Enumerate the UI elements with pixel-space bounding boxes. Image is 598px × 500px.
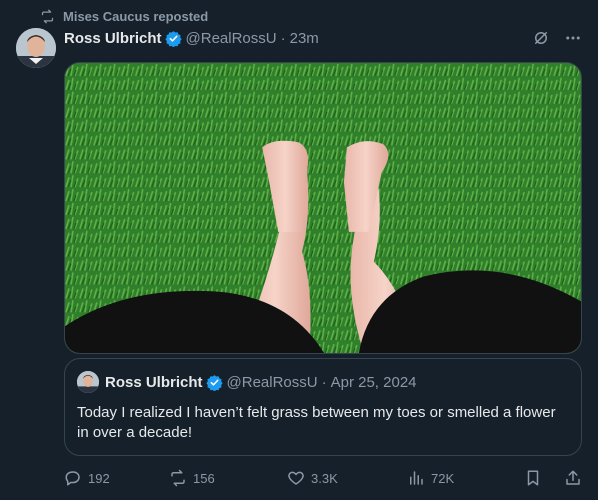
reply-icon	[65, 471, 80, 486]
author-name[interactable]: Ross Ulbricht	[64, 30, 162, 47]
feet-in-grass-photo	[65, 63, 581, 353]
post-actions: 192 156 3.3K 72K	[64, 466, 582, 490]
reply-count: 192	[88, 470, 110, 486]
separator-dot: ·	[280, 29, 286, 47]
quoted-author-name: Ross Ulbricht	[105, 373, 203, 391]
views-button[interactable]: 72K	[407, 469, 507, 487]
grok-icon[interactable]	[532, 29, 550, 47]
verified-badge-icon	[164, 30, 182, 47]
bookmark-icon[interactable]	[524, 469, 542, 487]
author-avatar[interactable]	[16, 28, 56, 68]
quoted-post-header: Ross Ulbricht @RealRossU · Apr 25, 2024	[77, 371, 417, 393]
reply-button[interactable]: 192	[64, 469, 169, 487]
repost-label: Mises Caucus reposted	[63, 8, 209, 24]
repost-icon	[171, 469, 185, 487]
verified-badge-icon	[205, 374, 223, 391]
quoted-author-avatar	[77, 371, 99, 393]
post-header: Ross Ulbricht @RealRossU · 23m	[64, 28, 582, 48]
quoted-post-text: Today I realized I haven’t felt grass be…	[77, 404, 556, 441]
separator-dot: ·	[321, 373, 327, 391]
quoted-author-handle: @RealRossU	[226, 373, 318, 391]
heart-icon	[288, 471, 304, 485]
repost-context[interactable]: Mises Caucus reposted	[40, 7, 208, 25]
like-button[interactable]: 3.3K	[287, 469, 407, 487]
quoted-post-date: Apr 25, 2024	[330, 373, 417, 391]
repost-button[interactable]: 156	[169, 469, 287, 487]
more-icon[interactable]	[564, 29, 582, 47]
views-count: 72K	[431, 470, 455, 486]
author-handle[interactable]: @RealRossU	[186, 30, 277, 47]
like-count: 3.3K	[311, 470, 338, 486]
repost-icon	[41, 9, 54, 23]
views-icon	[410, 471, 423, 485]
post-image[interactable]	[64, 62, 582, 354]
post-time[interactable]: 23m	[290, 30, 319, 47]
repost-count: 156	[193, 470, 215, 486]
share-icon[interactable]	[564, 469, 582, 487]
quoted-post[interactable]: Ross Ulbricht @RealRossU · Apr 25, 2024 …	[64, 358, 582, 456]
